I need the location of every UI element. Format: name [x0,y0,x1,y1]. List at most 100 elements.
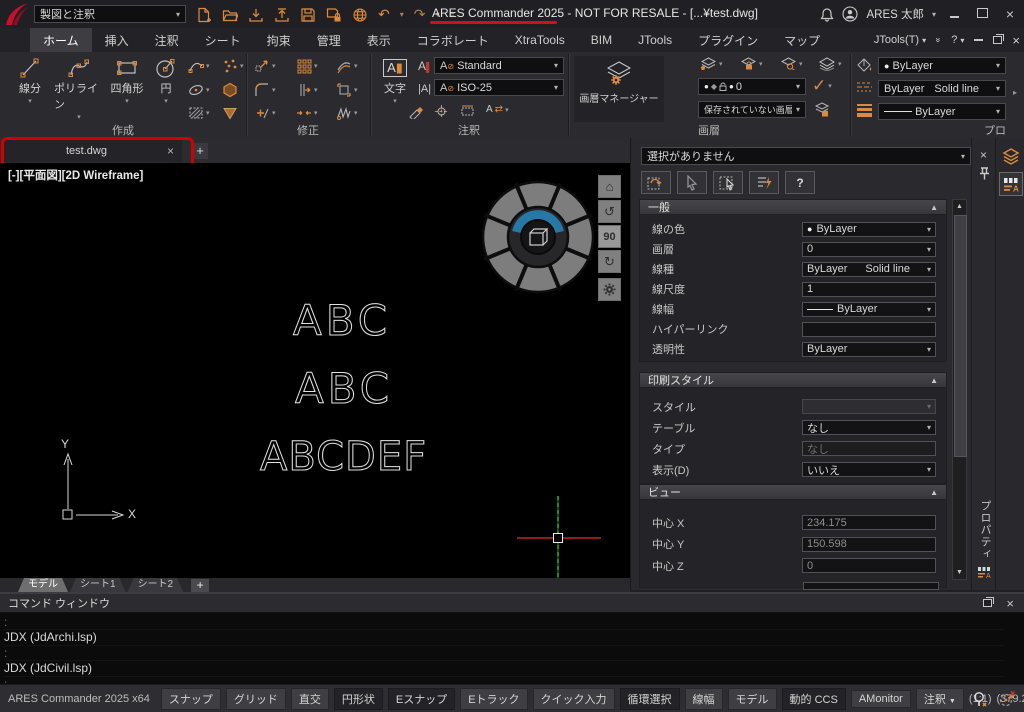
sheet-tab[interactable]: モデル [18,578,68,592]
new-tab-button[interactable]: + [192,143,208,159]
ribbon-tab[interactable]: 注釈 [142,28,192,52]
property-value[interactable]: ●▾ [802,399,936,414]
line-button[interactable]: 線分 ▾ [8,56,52,105]
layer-manager-button[interactable]: 画層マネージャー [574,56,664,122]
color-dropdown[interactable]: ● ByLayer ▾ [878,57,1006,74]
status-toggle-button[interactable]: グリッド [225,687,286,710]
new-file-icon[interactable] [196,7,212,23]
notifications-bell-icon[interactable] [820,7,835,22]
clip-tool[interactable]: ▾ [336,82,358,98]
arc-tool[interactable]: ▾ [188,58,210,74]
layer-find-tool[interactable]: ▾ [780,57,803,70]
select-arrow-button[interactable] [677,171,707,194]
undo-icon[interactable]: ↶ [378,6,390,23]
circle-button[interactable]: 円 ▾ [150,56,182,105]
dimension-tool[interactable] [460,104,475,119]
select-entities-button[interactable] [641,171,671,194]
save-locked-icon[interactable] [326,7,342,23]
section-header-view[interactable]: ビュー ▲ [639,484,947,500]
status-toggle-button[interactable]: 線幅 [684,687,723,710]
offset-tool[interactable]: ▾ [336,58,358,74]
scroll-up-icon[interactable]: ▲ [953,200,966,213]
property-value[interactable]: ●0▾ [802,241,936,257]
property-value[interactable]: ●ByLayer▾ [802,301,936,317]
property-value[interactable]: ●ByLayerSolid line▾ [802,261,936,277]
ribbon-tab[interactable]: コラボレート [404,28,502,52]
user-name[interactable]: ARES 太郎 [866,6,924,22]
property-value[interactable]: ●なし▾ [802,441,936,456]
lineweight-icon[interactable] [856,103,873,117]
stretch-tool[interactable]: ▾ [296,82,318,98]
drawing-canvas[interactable]: [-][平面図][2D Wireframe] ABC ABC ABCDEF ⌂ … [0,163,630,578]
geolocation-icon[interactable] [972,691,988,708]
command-window-header[interactable]: コマンド ウィンドウ × [0,594,1024,613]
status-toggle-button[interactable]: スナップ [160,687,221,710]
property-value[interactable]: ●▾ [802,321,936,337]
layer-on-tool[interactable]: ▾ [700,57,723,70]
sidebar-tab-properties[interactable]: A [999,172,1023,196]
ribbon-scroll-right-icon[interactable]: ▸ [1013,88,1017,97]
doc-minimize-icon[interactable] [974,39,984,41]
text-height-icon[interactable]: A▌ [418,57,432,75]
section-header-general[interactable]: 一般 ▲ [639,199,947,215]
home-view-button[interactable]: ⌂ [598,175,621,198]
property-value[interactable]: ●ByLayer▾ [802,341,936,357]
ribbon-tab[interactable]: JTools [625,28,685,52]
undo-dropdown-icon[interactable]: ▾ [400,10,404,19]
document-tab[interactable]: test.dwg × [4,140,182,162]
open-file-icon[interactable] [222,7,238,23]
linetype-dropdown[interactable]: ByLayer Solid line ▾ [878,80,1006,97]
command-float-icon[interactable] [983,597,995,607]
palette-close-icon[interactable]: × [980,148,987,162]
section-header-printstyle[interactable]: 印刷スタイル ▲ [639,372,947,388]
polygon-tool[interactable] [222,82,238,98]
text-spacing-icon[interactable]: |A| [418,79,431,97]
text-button[interactable]: A▮ 文字 ▾ [378,56,412,105]
navigation-wheel[interactable] [480,179,596,295]
save-icon[interactable] [300,7,316,23]
trim-corner-tool[interactable]: ▾ [254,105,276,121]
doc-close-icon[interactable]: × [1012,33,1020,48]
rectangle-button[interactable]: 四角形 ▾ [106,56,148,105]
close-button[interactable]: × [1000,6,1020,22]
plot-globe-icon[interactable] [352,7,368,23]
status-toggle-button[interactable]: クイック入力 [532,687,615,710]
centermark-tool[interactable] [434,104,449,119]
layer-states-tool[interactable]: ▾ [818,57,842,71]
status-toggle-button[interactable]: 円形状 [333,687,383,710]
move-tool[interactable]: ▾ [254,58,276,74]
command-lines[interactable]: :JDX (JdArchi.lsp):JDX (JdCivil.lsp): [4,615,1004,692]
tab-close-icon[interactable]: × [167,144,174,158]
ribbon-tab[interactable]: マップ [771,28,833,52]
select-region-button[interactable] [713,171,743,194]
properties-scrollbar[interactable]: ▲ ▼ [952,199,967,580]
maximize-button[interactable] [972,7,992,21]
leader-tool[interactable] [408,104,423,119]
rotate-ccw-button[interactable]: ↺ [598,200,621,223]
help-button[interactable]: ? [785,171,815,194]
color-paint-icon[interactable] [856,57,873,73]
text-align-tool[interactable]: A ⇄ ▾ [486,104,509,115]
join-tool[interactable]: ▾ [296,105,318,121]
text-style-dropdown[interactable]: A⊘ Standard ▾ [434,57,564,74]
sheet-tab[interactable]: シート1 [70,578,126,592]
hatch-tool[interactable]: ▾ [188,105,210,121]
ribbon-tab[interactable]: 挿入 [92,28,142,52]
user-avatar-icon[interactable] [842,6,859,22]
polyline-button[interactable]: ポリライン ▾ [54,56,104,121]
ribbon-collapse-icon[interactable]: » [934,37,944,42]
ribbon-tab[interactable]: 表示 [354,28,404,52]
sidebar-tab-layers[interactable] [999,144,1023,168]
property-value[interactable]: ●ByLayer▾ [802,221,936,237]
ellipse-tool[interactable]: ▾ [188,82,210,98]
property-value[interactable]: 234.175▾ [802,515,936,531]
pin-icon[interactable] [979,166,990,180]
layer-state-dropdown[interactable]: 保存されていない画層状態▾ [698,101,806,118]
property-value[interactable]: ●なし▾ [802,420,936,435]
rotate-90-button[interactable]: 90 [598,225,621,248]
ribbon-tab[interactable]: 管理 [304,28,354,52]
property-value[interactable]: 0▾ [802,558,936,574]
status-toggle-button[interactable]: 動的 CCS [781,687,846,710]
status-toggle-button[interactable]: Eスナップ [387,687,456,710]
jtools-menu[interactable]: JTools(T) ▾ [874,34,926,46]
